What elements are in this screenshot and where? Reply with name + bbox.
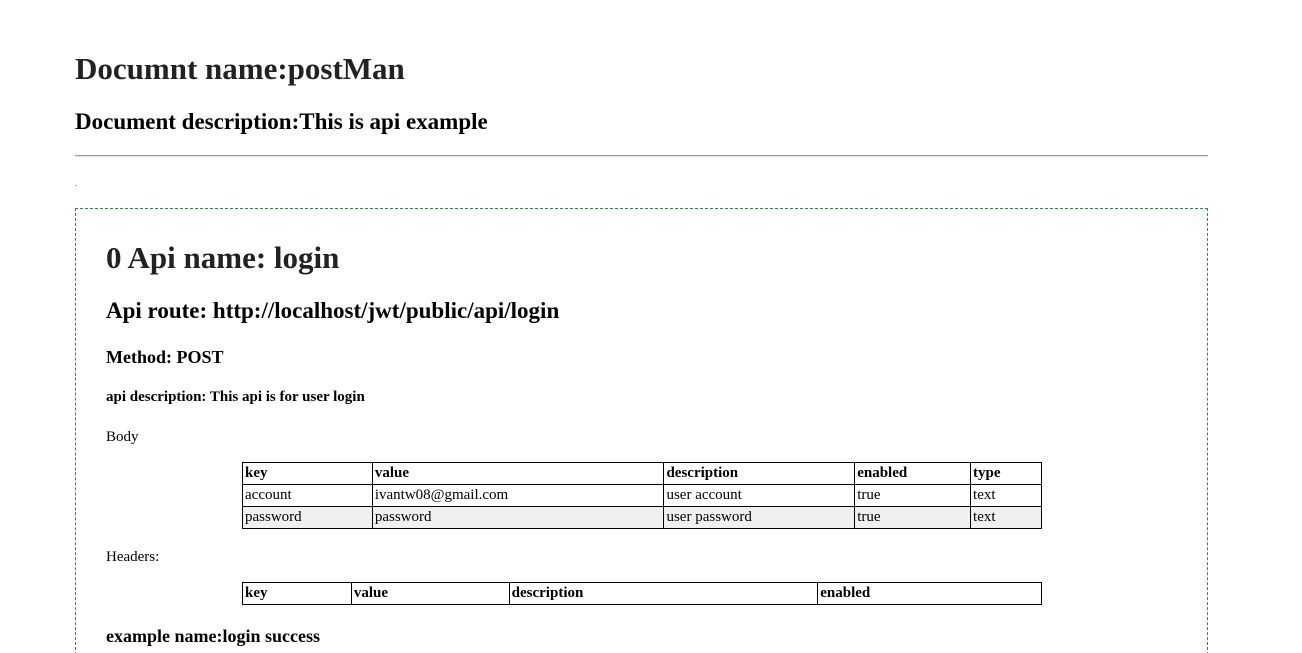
document-title: Documnt name:postMan [75,51,405,86]
document-description: Document description:This is api example [75,109,488,134]
cell-key: account [242,484,373,507]
api-document-page: Documnt name:postMan Document descriptio… [0,0,1302,653]
column-header-key: key [242,462,373,485]
column-header-type: type [970,462,1042,485]
column-header-key: key [242,582,352,605]
cell-key: password [242,506,373,529]
example-name: example name:login success [106,626,320,646]
table-row: account ivantw08@gmail.com user account … [242,484,1042,507]
horizontal-rule [75,155,1208,157]
api-description: api description: This api is for user lo… [106,389,365,405]
table-header-row: key value description enabled type [242,462,1042,485]
cell-description: user account [663,484,856,507]
column-header-enabled: enabled [817,582,1042,605]
cell-type: text [970,506,1042,529]
api-method: Method: POST [106,347,224,367]
cell-value: ivantw08@gmail.com [371,484,665,507]
body-params-table: key value description enabled type accou… [242,462,1042,529]
api-section-box: 0 Api name: login Api route: http://loca… [75,208,1208,653]
cell-type: text [970,484,1042,507]
headers-label: Headers: [106,549,160,565]
table-header-row: key value description enabled [242,582,1042,605]
api-route: Api route: http://localhost/jwt/public/a… [106,298,560,323]
cell-description: user password [663,506,856,529]
table-row: password password user password true tex… [242,506,1042,529]
api-name: 0 Api name: login [106,240,340,275]
cell-value: password [371,506,665,529]
cell-enabled: true [854,484,972,507]
column-header-value: value [350,582,510,605]
headers-params-table: key value description enabled [242,582,1042,605]
column-header-description: description [508,582,819,605]
cell-enabled: true [854,506,972,529]
separator-mark: . [75,178,78,188]
column-header-enabled: enabled [854,462,972,485]
column-header-description: description [663,462,856,485]
body-label: Body [106,429,139,445]
column-header-value: value [371,462,665,485]
